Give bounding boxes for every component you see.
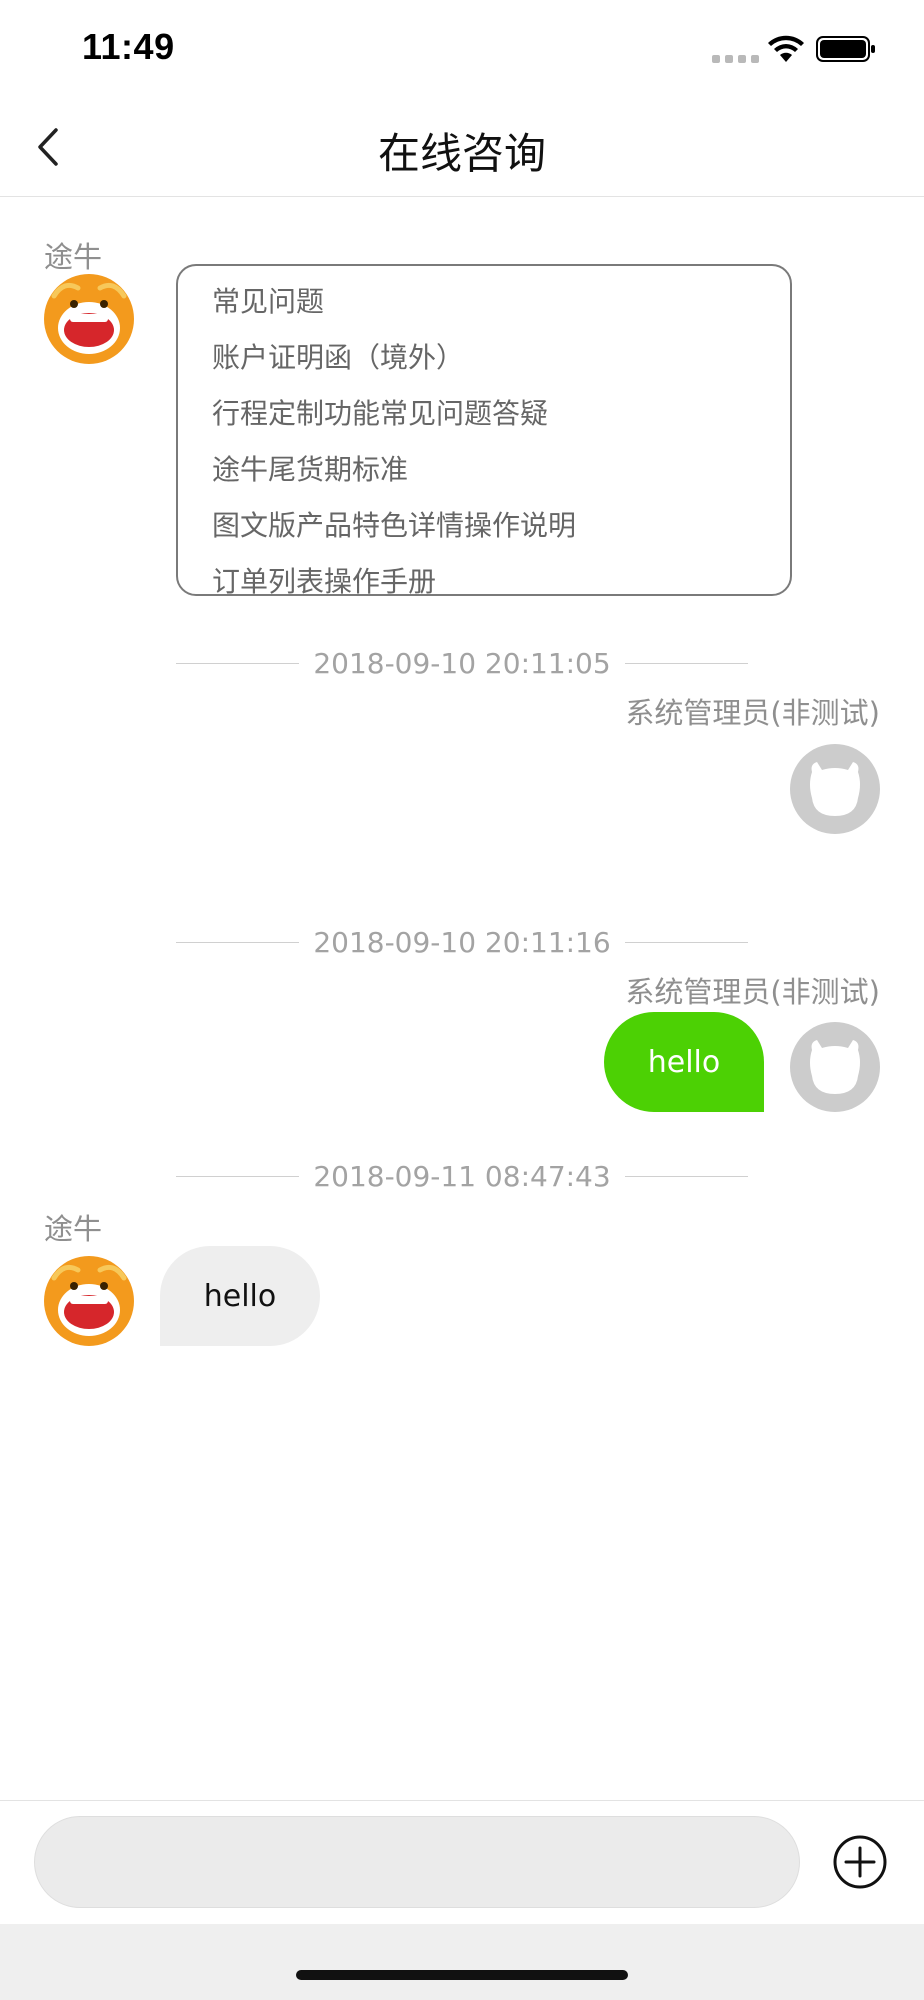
timestamp-divider: 2018-09-10 20:11:05: [176, 645, 749, 681]
sender-name: 途牛: [44, 1212, 103, 1246]
home-indicator[interactable]: [296, 1970, 628, 1980]
message-input[interactable]: [34, 1816, 800, 1908]
cellular-signal-icon: [712, 55, 759, 63]
battery-icon: [816, 36, 875, 62]
faq-item-common-questions[interactable]: 常见问题: [212, 274, 790, 330]
wifi-icon: [768, 35, 804, 62]
tuniu-avatar[interactable]: [44, 1256, 134, 1346]
admin-avatar[interactable]: [790, 1022, 880, 1112]
timestamp: 2018-09-10 20:11:05: [313, 646, 611, 680]
sender-name: 系统管理员(非测试): [625, 975, 880, 1009]
add-plus-icon[interactable]: [832, 1834, 888, 1890]
admin-avatar[interactable]: [790, 744, 880, 834]
page-title: 在线咨询: [377, 129, 546, 178]
tuniu-avatar[interactable]: [44, 274, 134, 364]
faq-item-itinerary-customization[interactable]: 行程定制功能常见问题答疑: [212, 386, 790, 442]
faq-item-account-certificate[interactable]: 账户证明函（境外）: [212, 330, 790, 386]
sender-name: 途牛: [44, 240, 103, 274]
faq-card: 常见问题 账户证明函（境外） 行程定制功能常见问题答疑 途牛尾货期标准 图文版产…: [176, 264, 792, 598]
faq-item-order-list-manual[interactable]: 订单列表操作手册: [212, 554, 790, 610]
sender-name: 系统管理员(非测试): [625, 696, 880, 730]
faq-item-tail-goods-standard[interactable]: 途牛尾货期标准: [212, 442, 790, 498]
faq-item-product-features-guide[interactable]: 图文版产品特色详情操作说明: [212, 498, 790, 554]
timestamp: 2018-09-10 20:11:16: [313, 925, 611, 959]
received-message-bubble[interactable]: hello: [160, 1246, 320, 1346]
status-time: 11:49: [82, 26, 175, 67]
sent-message-bubble[interactable]: hello: [604, 1012, 764, 1112]
home-indicator-area: [0, 1924, 924, 2000]
timestamp: 2018-09-11 08:47:43: [313, 1159, 611, 1193]
timestamp-divider: 2018-09-10 20:11:16: [176, 924, 749, 960]
timestamp-divider: 2018-09-11 08:47:43: [176, 1158, 749, 1194]
